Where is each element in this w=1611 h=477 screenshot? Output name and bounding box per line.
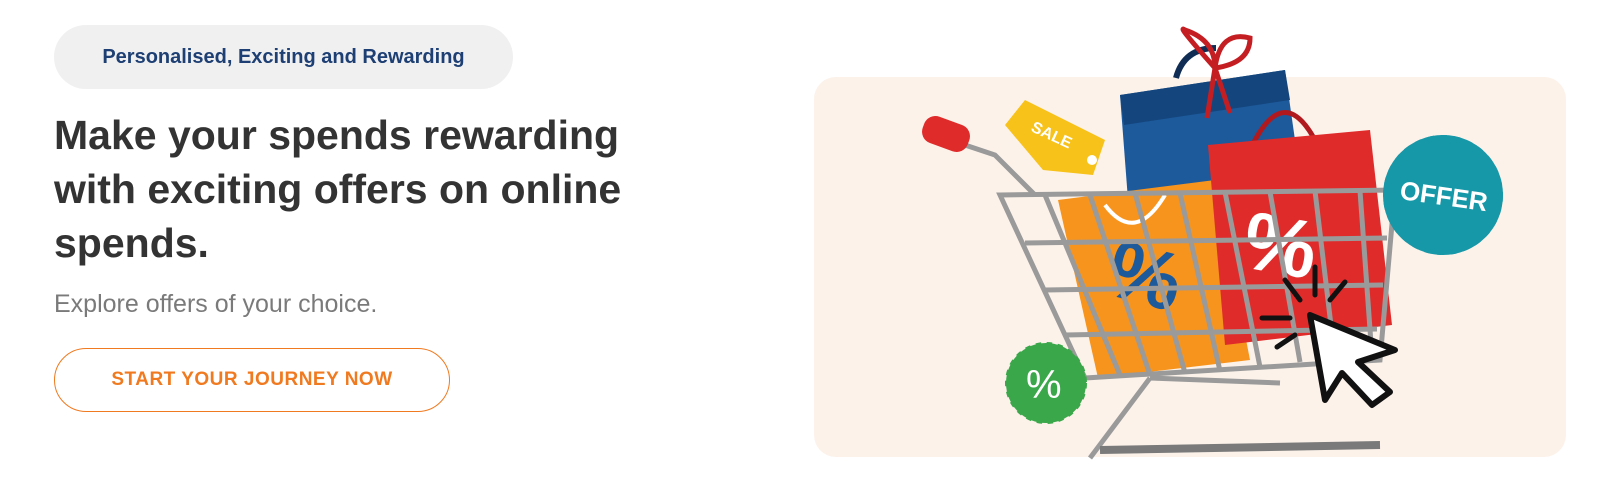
page-headline: Make your spends rewarding with exciting… [54, 112, 622, 266]
sale-tag-icon: SALE [1005, 100, 1105, 175]
cart-handle-icon [922, 116, 970, 152]
start-journey-button-label: START YOUR JOURNEY NOW [111, 369, 393, 390]
offer-badge-icon: OFFER [1383, 135, 1503, 255]
shopping-cart-illustration: SALE % % OFFER % [922, 26, 1503, 460]
tagline-text: Personalised, Exciting and Rewarding [102, 45, 465, 68]
percent-badge-text: % [1026, 363, 1062, 407]
subheading: Explore offers of your choice. [54, 290, 378, 318]
tagline-pill: Personalised, Exciting and Rewarding [54, 25, 513, 89]
percent-badge-icon: % [1005, 342, 1087, 424]
start-journey-button[interactable]: START YOUR JOURNEY NOW [54, 348, 450, 412]
